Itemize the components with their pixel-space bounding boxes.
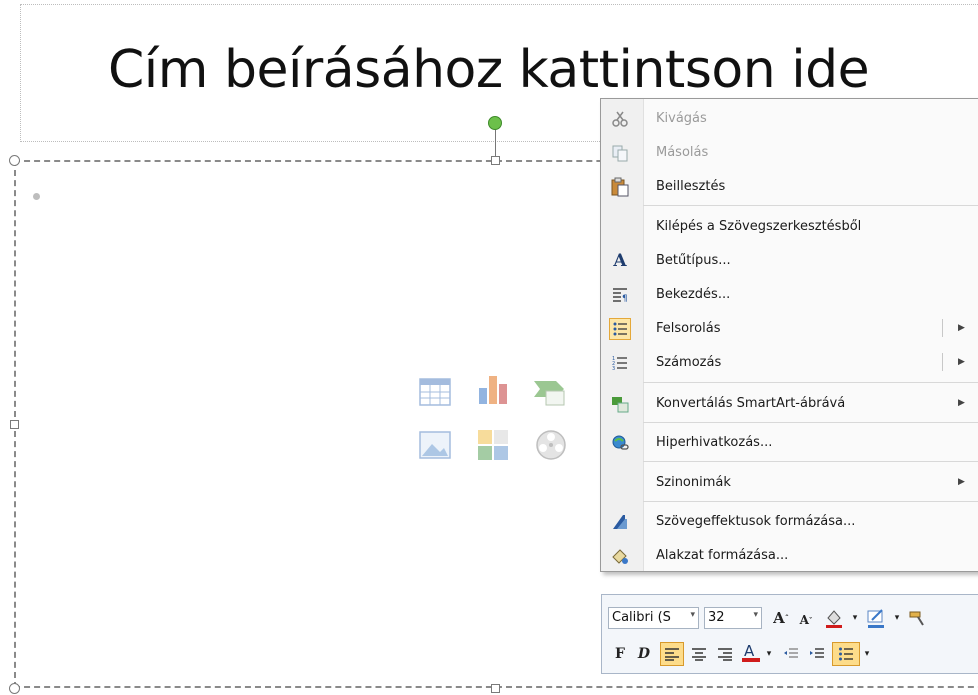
- menu-item-label: Hiperhivatkozás...: [656, 434, 773, 450]
- menu-item-format-shape[interactable]: Alakzat formázása...: [601, 538, 978, 572]
- menu-item-label: Kilépés a Szövegszerkesztésből: [656, 218, 862, 234]
- chevron-down-icon[interactable]: ▾: [753, 610, 758, 620]
- fill-color-icon[interactable]: [822, 607, 848, 629]
- font-size-value: 32: [708, 610, 725, 625]
- smartart-icon: [609, 393, 631, 415]
- svg-text:3: 3: [612, 366, 615, 371]
- chevron-right-icon: ▶: [958, 477, 965, 487]
- align-center-button[interactable]: [688, 643, 710, 665]
- insert-media-icon[interactable]: [534, 428, 568, 462]
- svg-text:A: A: [744, 642, 755, 660]
- insert-clipart-icon[interactable]: [476, 428, 510, 462]
- format-shape-icon: [609, 545, 631, 567]
- copy-icon: [609, 142, 631, 164]
- submenu-divider: [942, 319, 943, 337]
- menu-item-copy[interactable]: Másolás: [601, 135, 978, 169]
- menu-separator: [643, 382, 978, 383]
- menu-item-label: Bekezdés...: [656, 286, 731, 302]
- context-menu: Kivágás Másolás Beillesztés Kilépés a Sz…: [600, 98, 978, 572]
- font-icon: A: [613, 251, 627, 271]
- italic-button[interactable]: D: [634, 643, 654, 665]
- chevron-down-icon[interactable]: ▾: [764, 643, 774, 665]
- text-effects-icon: [609, 511, 631, 533]
- insert-table-icon[interactable]: [418, 375, 452, 409]
- menu-item-label: Felsorolás: [656, 320, 721, 336]
- svg-text:¶: ¶: [622, 294, 628, 304]
- align-right-button[interactable]: [714, 643, 736, 665]
- chevron-right-icon: ▶: [958, 398, 965, 408]
- font-size-combo[interactable]: 32 ▾: [704, 607, 762, 629]
- mini-toolbar: Calibri (S ▾ 32 ▾ Aˆ Aˇ ▾ ▾ F D A ▾ ▾: [601, 594, 978, 674]
- grow-font-icon[interactable]: Aˆ: [770, 607, 792, 629]
- menu-item-label: Szövegeffektusok formázása...: [656, 513, 856, 529]
- menu-item-convert-smartart[interactable]: Konvertálás SmartArt-ábrává ▶: [601, 386, 978, 420]
- submenu-divider: [942, 353, 943, 371]
- menu-item-exit-text-editing[interactable]: Kilépés a Szövegszerkesztésből: [601, 209, 978, 243]
- menu-item-paste[interactable]: Beillesztés: [601, 169, 978, 203]
- menu-item-synonyms[interactable]: Szinonimák ▶: [601, 465, 978, 499]
- menu-separator: [643, 205, 978, 206]
- chevron-right-icon[interactable]: ▶: [958, 357, 965, 367]
- menu-item-label: Konvertálás SmartArt-ábrává: [656, 395, 846, 411]
- bullets-button[interactable]: [832, 642, 860, 666]
- rotation-handle-stem: [495, 128, 496, 158]
- resize-handle-bottom-left[interactable]: [9, 683, 20, 694]
- resize-handle-top[interactable]: [491, 156, 500, 165]
- insert-smartart-icon[interactable]: [532, 375, 566, 409]
- menu-item-paragraph[interactable]: ¶ Bekezdés...: [601, 277, 978, 311]
- bullet-point: [33, 193, 40, 200]
- menu-item-label: Alakzat formázása...: [656, 547, 789, 563]
- hyperlink-icon: [609, 432, 631, 454]
- scissors-icon: [609, 108, 631, 130]
- rotation-handle[interactable]: [488, 116, 502, 130]
- menu-item-cut[interactable]: Kivágás: [601, 101, 978, 135]
- shrink-font-icon[interactable]: Aˇ: [796, 609, 816, 631]
- font-name-value: Calibri (S: [612, 610, 671, 625]
- menu-item-hyperlink[interactable]: Hiperhivatkozás...: [601, 425, 978, 459]
- menu-item-label: Beillesztés: [656, 178, 726, 194]
- bold-button[interactable]: F: [610, 643, 630, 665]
- chevron-right-icon[interactable]: ▶: [958, 323, 965, 333]
- format-painter-icon[interactable]: [906, 607, 928, 629]
- menu-item-label: Másolás: [656, 144, 709, 160]
- chevron-down-icon[interactable]: ▾: [850, 607, 860, 629]
- menu-item-label: Szinonimák: [656, 474, 731, 490]
- menu-separator: [643, 501, 978, 502]
- insert-picture-icon[interactable]: [418, 428, 452, 462]
- chevron-down-icon[interactable]: ▾: [862, 643, 872, 665]
- menu-item-bullets[interactable]: Felsorolás ▶: [601, 311, 978, 345]
- menu-item-label: Betűtípus...: [656, 252, 731, 268]
- font-name-combo[interactable]: Calibri (S ▾: [608, 607, 699, 629]
- resize-handle-top-left[interactable]: [9, 155, 20, 166]
- paragraph-icon: ¶: [609, 284, 631, 306]
- font-color-icon[interactable]: A: [740, 641, 762, 663]
- line-color-icon[interactable]: [864, 607, 890, 629]
- menu-item-label: Kivágás: [656, 110, 707, 126]
- resize-handle-left[interactable]: [10, 420, 19, 429]
- chevron-down-icon[interactable]: ▾: [690, 610, 695, 620]
- decrease-indent-icon[interactable]: [780, 643, 802, 665]
- insert-chart-icon[interactable]: [476, 372, 510, 406]
- menu-item-text-effects[interactable]: Szövegeffektusok formázása...: [601, 504, 978, 538]
- menu-separator: [643, 461, 978, 462]
- resize-handle-bottom[interactable]: [491, 684, 500, 693]
- paste-icon: [609, 176, 631, 198]
- bullets-icon: [609, 318, 631, 340]
- align-left-button[interactable]: [660, 642, 684, 666]
- menu-separator: [643, 422, 978, 423]
- numbering-icon: 123: [609, 352, 631, 374]
- title-placeholder-text[interactable]: Cím beírásához kattintson ide: [108, 40, 870, 100]
- menu-item-font[interactable]: A Betűtípus...: [601, 243, 978, 277]
- chevron-down-icon[interactable]: ▾: [892, 607, 902, 629]
- menu-item-numbering[interactable]: 123 Számozás ▶: [601, 345, 978, 379]
- menu-item-label: Számozás: [656, 354, 722, 370]
- increase-indent-icon[interactable]: [806, 643, 828, 665]
